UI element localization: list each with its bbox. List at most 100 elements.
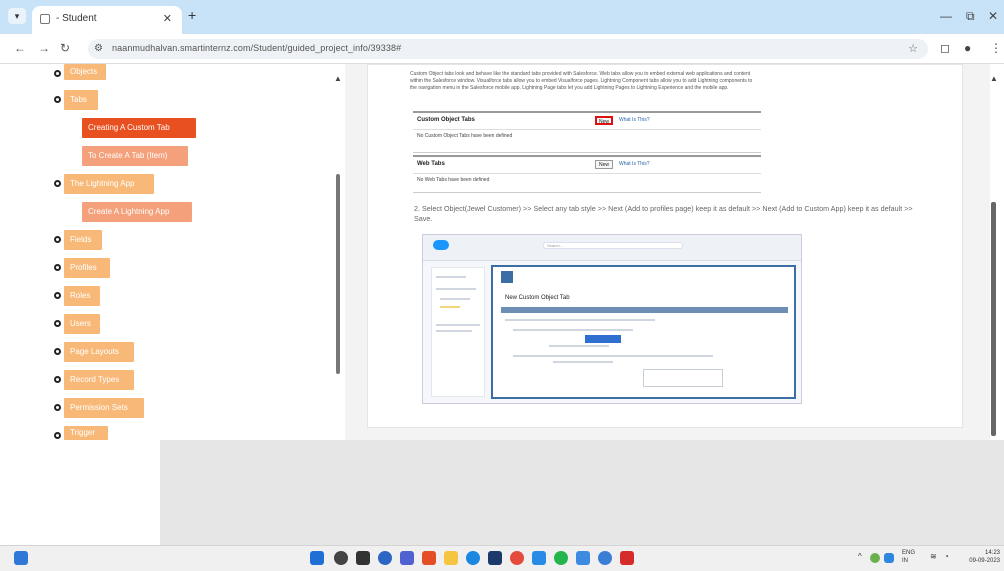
sidebar-item-label: Record Types: [70, 375, 120, 384]
close-tab-icon[interactable]: ✕: [163, 12, 172, 25]
sidebar-scrollbar[interactable]: [336, 174, 340, 374]
browser-tab[interactable]: - Student ✕: [32, 6, 182, 34]
back-button[interactable]: ←: [14, 41, 26, 55]
empty-message: No Web Tabs have been defined: [417, 177, 490, 183]
bullet-icon: [54, 348, 61, 355]
sidebar-item-trigger[interactable]: Trigger: [64, 426, 108, 440]
search-icon[interactable]: [334, 551, 348, 565]
time-text: 14:23: [984, 550, 1000, 556]
sidebar-item-record-types[interactable]: Record Types: [64, 370, 134, 390]
form-line: [513, 329, 633, 331]
new-web-tab-button[interactable]: New: [595, 160, 613, 169]
new-tab-button[interactable]: +: [188, 7, 196, 23]
sidebar-item-label: Tabs: [70, 95, 87, 104]
section-heading: Web Tabs: [417, 161, 445, 167]
tray-app-icon[interactable]: [870, 553, 880, 563]
scroll-up-icon[interactable]: ▲: [990, 74, 998, 83]
sidebar-item-users[interactable]: Users: [64, 314, 100, 334]
nav-line: [436, 276, 466, 278]
sidebar-item-label: Users: [70, 319, 91, 328]
sidebar-item-roles[interactable]: Roles: [64, 286, 100, 306]
custom-object-tabs-section: Custom Object Tabs New What Is This? No …: [413, 111, 761, 153]
sidebar-item-create-tab-item[interactable]: To Create A Tab (Item): [82, 146, 188, 166]
tab-title: - Student: [56, 13, 97, 24]
intro-paragraph: Custom Object tabs look and behave like …: [410, 71, 753, 91]
browser-icon[interactable]: [598, 551, 612, 565]
divider: [413, 173, 761, 174]
whatsapp-icon[interactable]: [554, 551, 568, 565]
main-scrollbar[interactable]: [991, 202, 996, 436]
app-icon[interactable]: [422, 551, 436, 565]
divider: [413, 129, 761, 130]
chrome-icon[interactable]: [510, 551, 524, 565]
form-line: [553, 361, 613, 363]
screenshot-setup-nav: [431, 267, 485, 397]
minimize-button[interactable]: —: [940, 9, 952, 23]
language-indicator[interactable]: ENG IN: [902, 549, 915, 565]
profile-icon[interactable]: ●: [964, 41, 971, 55]
salesforce-logo-icon: [433, 240, 449, 250]
file-explorer-icon[interactable]: [444, 551, 458, 565]
page-content: Objects Tabs Creating A Custom Tab To Cr…: [0, 64, 1004, 440]
store-icon[interactable]: [488, 551, 502, 565]
bullet-icon: [54, 180, 61, 187]
sidebar-item-label: Fields: [70, 235, 92, 244]
what-is-this-link[interactable]: What Is This?: [619, 161, 649, 167]
bullet-icon: [54, 404, 61, 411]
scroll-up-icon[interactable]: ▲: [334, 74, 342, 83]
volume-icon[interactable]: ◔: [944, 552, 949, 561]
pdf-icon[interactable]: [620, 551, 634, 565]
sidebar-item-lightning-app[interactable]: The Lightning App: [64, 174, 154, 194]
url-bar[interactable]: ⚙ naanmudhalvan.smartinternz.com/Student…: [88, 39, 928, 59]
bullet-icon: [54, 320, 61, 327]
bookmark-star-icon[interactable]: ☆: [908, 42, 918, 55]
screenshot-form: New Custom Object Tab: [491, 265, 796, 399]
bullet-icon: [54, 264, 61, 271]
vscode-icon[interactable]: [532, 551, 546, 565]
menu-icon[interactable]: ⋮: [990, 41, 1002, 55]
tray-app-icon[interactable]: [884, 553, 894, 563]
what-is-this-link[interactable]: What Is This?: [619, 117, 649, 123]
nav-line: [440, 306, 460, 308]
sidebar-item-creating-custom-tab[interactable]: Creating A Custom Tab: [82, 118, 196, 138]
sidebar-item-label: Objects: [70, 67, 98, 76]
bullet-icon: [54, 292, 61, 299]
tabs-icon: [501, 271, 513, 283]
sidebar-item-tabs[interactable]: Tabs: [64, 90, 98, 110]
sidebar: Objects Tabs Creating A Custom Tab To Cr…: [0, 64, 345, 440]
task-view-icon[interactable]: [356, 551, 370, 565]
sidebar-item-create-lightning-app[interactable]: Create A Lightning App: [82, 202, 192, 222]
extensions-icon[interactable]: ◻: [940, 41, 950, 55]
step-2-text: 2. Select Object(Jewel Customer) >> Sele…: [414, 204, 913, 223]
teams-icon[interactable]: [400, 551, 414, 565]
sidebar-item-label: Creating A Custom Tab: [88, 123, 170, 132]
photos-icon[interactable]: [576, 551, 590, 565]
sidebar-item-permission-sets[interactable]: Permission Sets: [64, 398, 144, 418]
screenshot-search: Search...: [543, 242, 683, 249]
sidebar-item-fields[interactable]: Fields: [64, 230, 102, 250]
wifi-icon[interactable]: ≋: [930, 552, 937, 561]
nav-line: [436, 288, 476, 290]
empty-message: No Custom Object Tabs have been defined: [417, 133, 513, 139]
sidebar-item-label: The Lightning App: [70, 179, 135, 188]
maximize-button[interactable]: ⧉: [966, 9, 975, 24]
start-icon[interactable]: [310, 551, 324, 565]
date-text: 09-09-2023: [969, 558, 1000, 564]
sidebar-item-page-layouts[interactable]: Page Layouts: [64, 342, 134, 362]
description-textarea: [643, 369, 723, 387]
site-info-icon[interactable]: ⚙: [94, 43, 103, 54]
clock[interactable]: 14:23 09-09-2023: [969, 549, 1000, 565]
tab-search-dropdown[interactable]: ▾: [8, 8, 26, 24]
sidebar-item-profiles[interactable]: Profiles: [64, 258, 110, 278]
sidebar-item-objects[interactable]: Objects: [64, 64, 106, 80]
edge-icon[interactable]: [466, 551, 480, 565]
forward-button[interactable]: →: [38, 41, 50, 55]
tray-chevron-icon[interactable]: ^: [858, 552, 862, 561]
new-custom-tab-button[interactable]: New: [595, 116, 613, 125]
reload-button[interactable]: ↻: [60, 41, 70, 55]
widgets-icon[interactable]: [14, 551, 28, 565]
address-bar-row: ← → ↻ ⚙ naanmudhalvan.smartinternz.com/S…: [0, 34, 1004, 64]
chat-icon[interactable]: [378, 551, 392, 565]
close-window-button[interactable]: ✕: [988, 9, 998, 23]
web-tabs-section: Web Tabs New What Is This? No Web Tabs h…: [413, 155, 761, 193]
